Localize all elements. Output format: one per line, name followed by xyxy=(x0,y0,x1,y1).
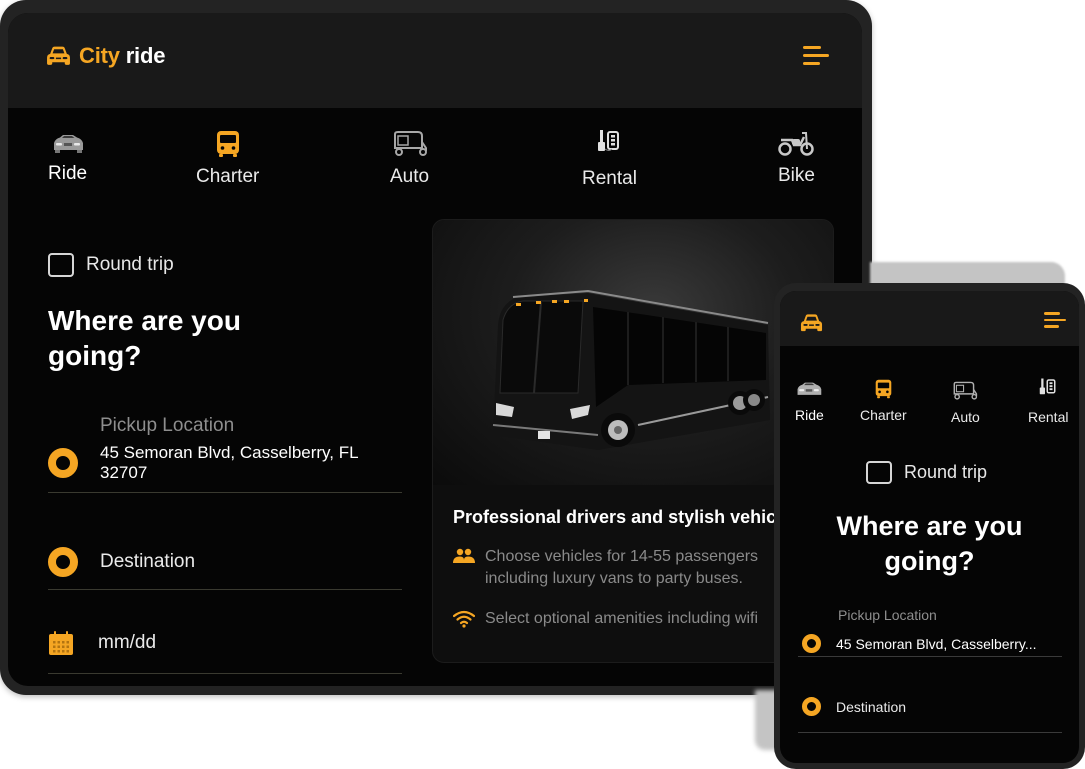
date-input[interactable]: mm/dd xyxy=(98,632,156,654)
hamburger-menu-icon[interactable] xyxy=(1044,312,1066,328)
bus-icon xyxy=(216,131,239,157)
motorcycle-icon xyxy=(778,132,815,156)
brand-name-ride: ride xyxy=(125,43,166,68)
feature-text: Select optional amenities including wifi xyxy=(485,610,759,627)
tab-rental[interactable]: Rental xyxy=(1028,377,1068,425)
tab-label: Ride xyxy=(795,407,824,423)
page-title-text: Where are you going? xyxy=(836,511,1023,576)
location-pin-icon xyxy=(48,448,78,478)
date-field[interactable]: mm/dd xyxy=(48,590,402,674)
bus-icon xyxy=(875,379,892,399)
car-key-icon xyxy=(598,130,620,151)
people-group-icon xyxy=(453,548,475,563)
pickup-location-label: Pickup Location xyxy=(838,607,937,623)
checkbox-box[interactable] xyxy=(48,253,74,277)
destination-input[interactable]: Destination xyxy=(836,699,906,715)
pickup-location-label: Pickup Location xyxy=(100,415,235,436)
tablet-device-frame: City ride Ride Charter Auto Rental Bike … xyxy=(0,0,872,695)
pickup-location-field[interactable]: Pickup Location 45 Semoran Blvd, Casselb… xyxy=(798,601,1062,657)
auto-rickshaw-icon xyxy=(953,381,978,400)
pickup-location-input[interactable]: 45 Semoran Blvd, Casselberry... xyxy=(836,636,1037,652)
service-tabs: Ride Charter Auto Rental Bike xyxy=(8,108,862,218)
page-title: Where are you going? xyxy=(780,509,1079,579)
car-front-icon[interactable] xyxy=(800,313,823,333)
checkbox-box[interactable] xyxy=(866,461,892,484)
tab-label: Auto xyxy=(951,409,980,425)
round-trip-checkbox[interactable]: Round trip xyxy=(866,461,987,484)
feature-text: Choose vehicles for 14-55 passengers inc… xyxy=(485,548,759,587)
destination-field[interactable]: Destination xyxy=(48,493,402,590)
page-title: Where are you going? xyxy=(48,305,241,371)
tab-bike[interactable]: Bike xyxy=(778,131,815,187)
phone-device-frame: Ride Charter Auto Rental Round trip Wher… xyxy=(774,283,1085,769)
phone-screen: Ride Charter Auto Rental Round trip Wher… xyxy=(780,291,1079,763)
bus-image xyxy=(433,220,833,485)
brand-name-city: City xyxy=(79,43,120,68)
tab-auto[interactable]: Auto xyxy=(390,130,429,188)
car-front-icon xyxy=(47,46,70,65)
location-pin-icon xyxy=(802,634,821,653)
location-pin-icon xyxy=(802,697,821,716)
sedan-car-icon xyxy=(53,135,83,153)
tab-label: Charter xyxy=(196,166,260,187)
pickup-location-field[interactable]: Pickup Location 45 Semoran Blvd, Casselb… xyxy=(48,413,402,493)
tab-ride[interactable]: Ride xyxy=(48,133,87,185)
brand-name: City ride xyxy=(79,43,165,69)
calendar-icon xyxy=(49,631,73,655)
round-trip-label: Round trip xyxy=(904,462,988,482)
tab-auto[interactable]: Auto xyxy=(951,381,980,425)
coach-bus-illustration xyxy=(492,289,770,450)
tab-label: Rental xyxy=(1028,409,1069,425)
destination-input[interactable]: Destination xyxy=(100,551,195,573)
tab-charter[interactable]: Charter xyxy=(196,130,259,188)
pickup-location-input[interactable]: 45 Semoran Blvd, Casselberry, FL 32707 xyxy=(100,443,402,483)
round-trip-label: Round trip xyxy=(86,254,174,275)
auto-rickshaw-icon xyxy=(393,131,427,156)
app-header: City ride xyxy=(8,13,862,108)
tab-ride[interactable]: Ride xyxy=(795,381,824,423)
location-pin-icon xyxy=(48,547,78,577)
car-key-icon xyxy=(1039,378,1056,395)
round-trip-checkbox[interactable]: Round trip xyxy=(48,253,402,277)
app-header xyxy=(780,291,1079,346)
tab-label: Bike xyxy=(778,165,815,186)
tablet-screen: City ride Ride Charter Auto Rental Bike … xyxy=(8,13,862,686)
tab-label: Auto xyxy=(390,166,430,187)
tab-label: Rental xyxy=(582,168,637,189)
tab-label: Ride xyxy=(48,163,88,184)
wifi-icon xyxy=(453,610,475,628)
destination-field[interactable]: Destination xyxy=(798,657,1062,733)
brand-logo[interactable]: City ride xyxy=(46,43,165,69)
booking-form: Round trip Where are you going? Pickup L… xyxy=(48,253,402,674)
hamburger-menu-icon[interactable] xyxy=(803,46,829,65)
tab-label: Charter xyxy=(860,407,907,423)
tab-rental[interactable]: Rental xyxy=(582,128,637,190)
tab-charter[interactable]: Charter xyxy=(860,379,907,423)
sedan-car-icon xyxy=(797,382,822,395)
